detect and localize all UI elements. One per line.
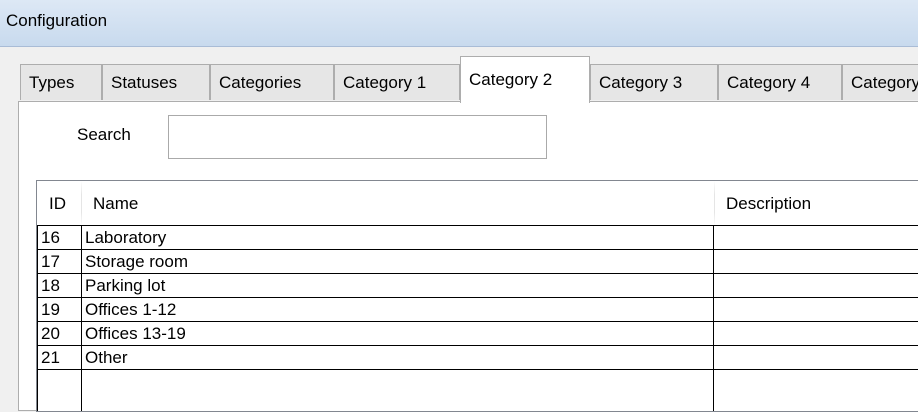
table-row[interactable]: 20 Offices 13-19 xyxy=(37,322,918,346)
cell-id: 20 xyxy=(41,324,60,343)
cell-id: 17 xyxy=(41,252,60,271)
column-header-description[interactable]: Description xyxy=(726,194,811,214)
tab-label: Category 3 xyxy=(599,73,683,92)
tab-label: Category 1 xyxy=(343,73,427,92)
tab-label: Category 4 xyxy=(727,73,811,92)
tab-categories[interactable]: Categories xyxy=(210,64,334,100)
grid-line xyxy=(713,225,714,411)
column-separator[interactable] xyxy=(714,181,715,226)
window-title: Configuration xyxy=(6,11,108,30)
cell-name: Offices 13-19 xyxy=(85,324,186,343)
table-row[interactable]: 17 Storage room xyxy=(37,250,918,274)
tab-types[interactable]: Types xyxy=(20,64,102,100)
cell-name: Storage room xyxy=(85,252,188,271)
search-label: Search xyxy=(77,125,131,144)
tab-category-5[interactable]: Category 5 xyxy=(842,64,918,100)
tab-statuses[interactable]: Statuses xyxy=(102,64,210,100)
cell-id: 18 xyxy=(41,276,60,295)
table-row[interactable]: 16 Laboratory xyxy=(37,226,918,250)
cell-id: 21 xyxy=(41,348,60,367)
tab-label: Category 2 xyxy=(469,70,553,89)
cell-id: 16 xyxy=(41,228,60,247)
tab-category-3[interactable]: Category 3 xyxy=(590,64,718,100)
tab-strip: Types Statuses Categories Category 1 Cat… xyxy=(0,56,918,103)
table-row[interactable]: 19 Offices 1-12 xyxy=(37,298,918,322)
data-grid[interactable]: ID Name Description 16 Laboratory 17 Sto… xyxy=(36,180,918,412)
tab-label: Category 5 xyxy=(851,73,918,92)
grid-line xyxy=(37,225,38,411)
tab-label: Types xyxy=(29,73,75,92)
window-titlebar: Configuration xyxy=(0,0,918,47)
cell-name: Parking lot xyxy=(85,276,166,295)
column-separator[interactable] xyxy=(81,181,82,226)
tab-label: Categories xyxy=(219,73,302,92)
column-header-id[interactable]: ID xyxy=(49,194,66,214)
cell-id: 19 xyxy=(41,300,60,319)
table-row[interactable]: 21 Other xyxy=(37,346,918,370)
table-row[interactable]: 18 Parking lot xyxy=(37,274,918,298)
tab-category-2[interactable]: Category 2 xyxy=(460,56,590,103)
grid-header: ID Name Description xyxy=(37,181,918,226)
tab-label: Statuses xyxy=(111,73,178,92)
cell-name: Other xyxy=(85,348,128,367)
cell-name: Laboratory xyxy=(85,228,167,247)
search-input[interactable] xyxy=(168,115,547,159)
cell-name: Offices 1-12 xyxy=(85,300,177,319)
tab-category-4[interactable]: Category 4 xyxy=(718,64,842,100)
column-header-name[interactable]: Name xyxy=(93,194,138,214)
tab-category-1[interactable]: Category 1 xyxy=(334,64,460,100)
grid-line xyxy=(81,225,82,411)
